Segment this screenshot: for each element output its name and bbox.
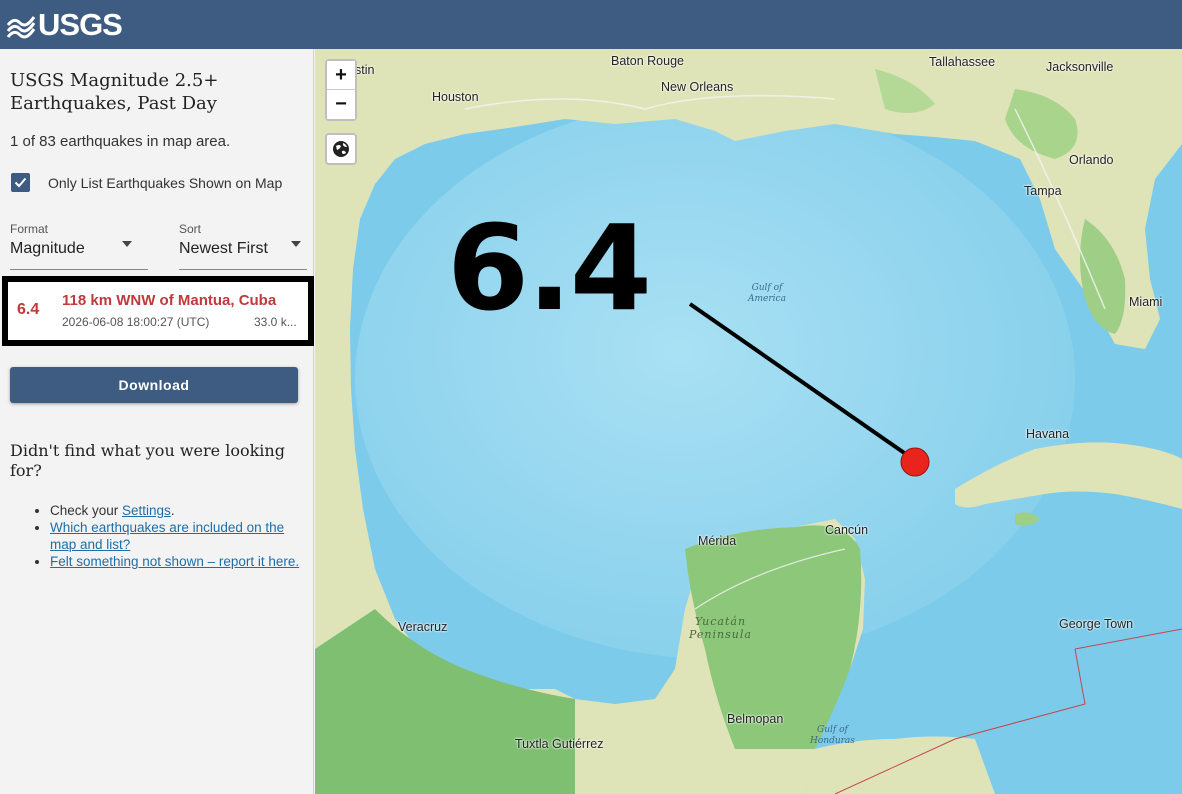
page-title: USGS Magnitude 2.5+ Earthquakes, Past Da… xyxy=(10,70,219,114)
city-label-miami: Miami xyxy=(1129,295,1163,309)
city-label-baton-rouge: Baton Rouge xyxy=(611,54,684,68)
earthquake-depth: 33.0 k... xyxy=(254,315,297,329)
usgs-logo[interactable]: USGS xyxy=(6,6,123,42)
globe-button[interactable] xyxy=(325,133,357,165)
city-label-tuxtla: Tuxtla Gutiérrez xyxy=(515,737,604,751)
format-value: Magnitude xyxy=(10,240,85,257)
city-label-belmopan: Belmopan xyxy=(727,712,784,726)
download-button[interactable]: Download xyxy=(10,367,298,403)
city-label-merida: Mérida xyxy=(698,534,737,548)
help-title: Didn't find what you were looking for? xyxy=(10,441,285,480)
format-label: Format xyxy=(10,222,49,236)
magnitude-callout: 6.4 xyxy=(447,199,652,337)
checkmark-icon xyxy=(14,177,27,188)
earthquake-list-item[interactable]: 6.4 118 km WNW of Mantua, Cuba 2026-06-0… xyxy=(2,276,314,346)
water-label-gulf-of-honduras: Gulf of Honduras xyxy=(810,725,855,746)
earthquake-magnitude: 6.4 xyxy=(17,301,40,318)
sort-value: Newest First xyxy=(179,240,268,257)
city-label-new-orleans: New Orleans xyxy=(661,80,734,94)
basemap xyxy=(315,49,1182,794)
water-label-gulf-of-america: Gulf of America xyxy=(748,283,786,304)
epicenter-marker xyxy=(900,447,930,477)
format-select[interactable]: Format Magnitude xyxy=(10,220,148,270)
zoom-out-button[interactable]: − xyxy=(327,90,355,119)
only-list-label: Only List Earthquakes Shown on Map xyxy=(48,174,283,191)
zoom-in-button[interactable]: + xyxy=(327,61,355,90)
sidebar: USGS Magnitude 2.5+ Earthquakes, Past Da… xyxy=(0,49,314,794)
help-item-which: Which earthquakes are included on the ma… xyxy=(50,519,300,553)
earthquake-count: 1 of 83 earthquakes in map area. xyxy=(10,133,231,150)
help-item-felt: Felt something not shown – report it her… xyxy=(50,553,300,570)
city-label-jacksonville: Jacksonville xyxy=(1046,60,1114,74)
map-panel[interactable]: Baton Rouge Houston New Orleans Tallahas… xyxy=(315,49,1182,794)
zoom-control: + − xyxy=(325,59,357,121)
help-list: Check your Settings. Which earthquakes a… xyxy=(50,502,300,570)
usgs-wave-icon xyxy=(6,16,36,39)
city-label-orlando: Orlando xyxy=(1069,153,1114,167)
globe-icon xyxy=(333,141,349,157)
which-earthquakes-link[interactable]: Which earthquakes are included on the ma… xyxy=(50,520,284,552)
city-label-partial: stin xyxy=(355,63,375,77)
city-label-tallahassee: Tallahassee xyxy=(929,55,996,69)
settings-link[interactable]: Settings xyxy=(122,503,171,518)
only-list-toggle[interactable]: Only List Earthquakes Shown on Map xyxy=(11,173,282,192)
chevron-down-icon xyxy=(122,241,132,247)
felt-report-link[interactable]: Felt something not shown – report it her… xyxy=(50,554,299,569)
city-label-cancun: Cancún xyxy=(825,523,869,537)
sort-select[interactable]: Sort Newest First xyxy=(179,220,307,270)
logo-text: USGS xyxy=(38,6,123,42)
city-label-tampa: Tampa xyxy=(1024,184,1062,198)
city-label-veracruz: Veracruz xyxy=(398,620,448,634)
help-item-settings: Check your Settings. xyxy=(50,502,300,519)
earthquake-time: 2026-06-08 18:00:27 (UTC) xyxy=(62,315,210,329)
city-label-havana: Havana xyxy=(1026,427,1070,441)
only-list-checkbox[interactable] xyxy=(11,173,30,192)
site-header: USGS xyxy=(0,0,1182,49)
city-label-george-town: George Town xyxy=(1059,617,1134,631)
region-label-yucatan: Yucatán Peninsula xyxy=(689,615,752,641)
sort-label: Sort xyxy=(179,222,202,236)
chevron-down-icon xyxy=(291,241,301,247)
city-label-houston: Houston xyxy=(432,90,479,104)
earthquake-place: 118 km WNW of Mantua, Cuba xyxy=(62,292,277,309)
